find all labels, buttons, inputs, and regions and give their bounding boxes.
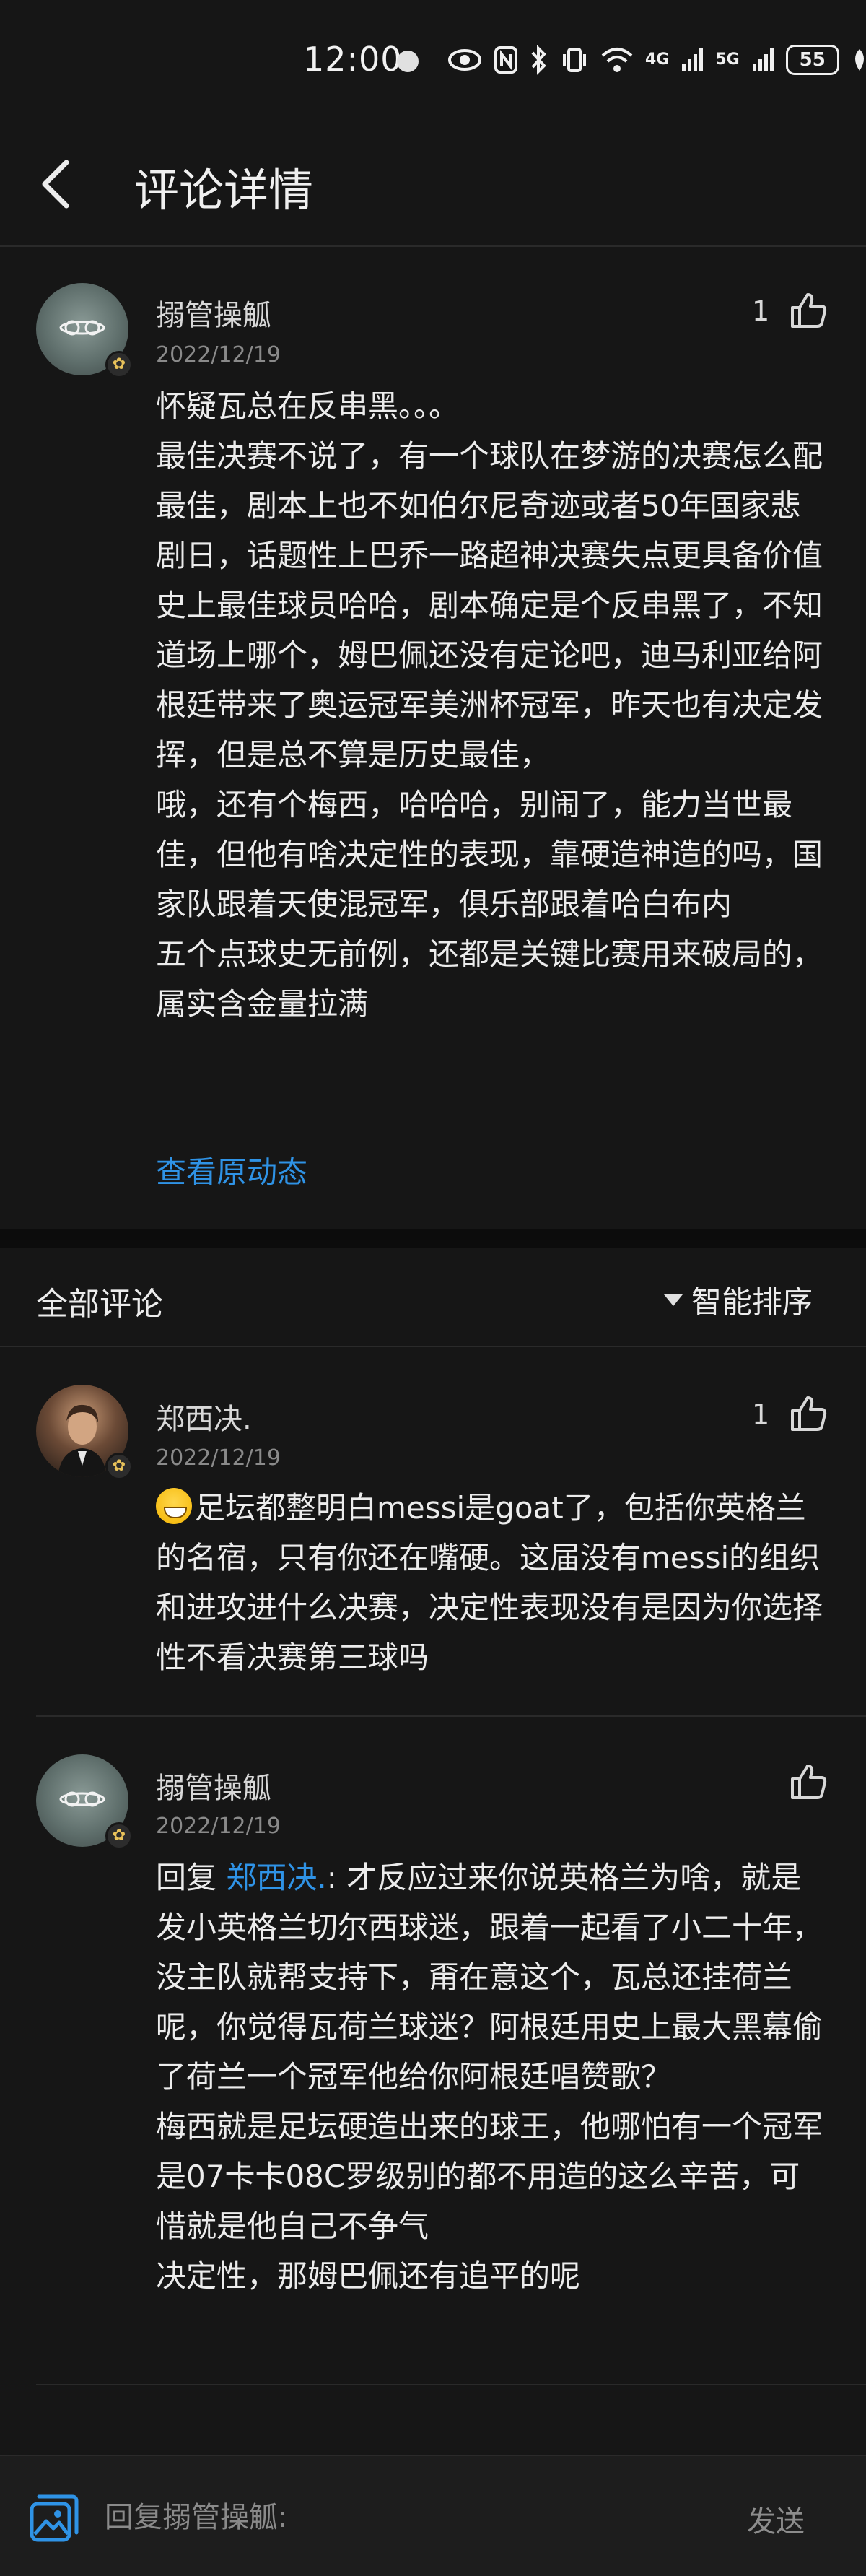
comment-divider: [36, 2384, 866, 2385]
signal-4g-label: 4G: [645, 51, 670, 69]
comment-date: 2022/12/19: [156, 1814, 281, 1839]
comment-text: 决定性，那姆巴佩还有追平的呢: [156, 2258, 581, 2294]
signal-4g-icon: [682, 48, 704, 71]
wifi-icon: [601, 48, 633, 72]
gear-badge-icon: ✿: [105, 351, 133, 378]
comment-text: 足坛都整明白messi是goat了，包括你英格兰的名宿，只有你还在嘴硬。这届没有…: [156, 1490, 823, 1675]
section-separator: [0, 1229, 866, 1248]
post-author[interactable]: 搦管操觚: [156, 292, 271, 334]
signal-5g-label: 5G: [715, 51, 740, 69]
reply-to-link[interactable]: 郑西决.: [226, 1860, 326, 1895]
view-original-link[interactable]: 查看原动态: [156, 1148, 307, 1192]
nfc-icon: [494, 46, 517, 74]
send-button[interactable]: 发送: [747, 2498, 805, 2540]
post-paragraph: 五个点球史无前例，还都是关键比赛用来破局的，属实含金量拉满: [156, 936, 823, 1022]
comment-date: 2022/12/19: [156, 1445, 281, 1471]
header-divider: [0, 245, 866, 247]
status-bar: 12:00 4G 5G 55: [0, 0, 866, 126]
notification-dot-icon: [397, 51, 419, 72]
leaf-icon: [854, 49, 864, 71]
eye-icon: [448, 49, 481, 71]
comment-author[interactable]: 郑西决.: [156, 1396, 252, 1437]
comment-divider: [36, 1715, 866, 1717]
sort-label: 智能排序: [691, 1284, 813, 1320]
thumbs-up-icon[interactable]: [788, 290, 828, 331]
comment-body: 回复 郑西决.: 才反应过来你说英格兰为啥，就是发小英格兰切尔西球迷，跟着一起看…: [156, 1853, 827, 2301]
thumbs-up-icon[interactable]: [788, 1762, 828, 1802]
caret-down-icon: [664, 1294, 683, 1306]
header: 评论详情: [0, 126, 866, 245]
gear-badge-icon: ✿: [105, 1822, 133, 1850]
thumbs-up-icon[interactable]: [788, 1393, 828, 1434]
post-like-count: 1: [752, 295, 770, 327]
page-title: 评论详情: [134, 164, 314, 217]
gear-badge-icon: ✿: [105, 1453, 133, 1480]
status-time: 12:00: [303, 40, 403, 79]
sort-dropdown[interactable]: 智能排序: [664, 1278, 813, 1322]
comment-author[interactable]: 搦管操觚: [156, 1765, 271, 1806]
post-paragraph: 哦，还有个梅西，哈哈哈，别闹了，能力当世最佳，但他有啥决定性的表现，靠硬造神造的…: [156, 787, 823, 922]
reply-input[interactable]: [105, 2488, 725, 2547]
reply-bar: 发送: [0, 2455, 866, 2576]
reply-prefix: 回复: [156, 1860, 227, 1895]
status-icons: 4G 5G 55: [447, 42, 866, 78]
comment-like-count: 1: [752, 1398, 770, 1430]
post-paragraph: 最佳决赛不说了，有一个球队在梦游的决赛怎么配最佳，剧本上也不如伯尔尼奇迹或者50…: [156, 438, 823, 573]
bluetooth-icon: [531, 45, 546, 75]
comment-text: 梅西就是足坛硬造出来的球王，他哪怕有一个冠军是07卡卡08C罗级别的都不用造的这…: [156, 2109, 823, 2244]
battery-icon: 55: [785, 45, 839, 75]
all-comments-title: 全部评论: [36, 1286, 163, 1323]
image-picker-icon[interactable]: [29, 2494, 79, 2544]
vibrate-icon: [563, 48, 586, 72]
signal-5g-icon: [752, 48, 774, 71]
comment-body: 足坛都整明白messi是goat了，包括你英格兰的名宿，只有你还在嘴硬。这届没有…: [156, 1483, 827, 1682]
grinning-sweat-emoji-icon: [156, 1488, 192, 1524]
back-arrow-icon[interactable]: [29, 148, 87, 220]
post-body: 怀疑瓦总在反串黑。。。 最佳决赛不说了，有一个球队在梦游的决赛怎么配最佳，剧本上…: [156, 381, 827, 1029]
post-paragraph: 史上最佳球员哈哈，剧本确定是个反串黑了，不知道场上哪个，姆巴佩还没有定论吧，迪马…: [156, 588, 823, 773]
post-date: 2022/12/19: [156, 342, 281, 367]
post-paragraph: 怀疑瓦总在反串黑。。。: [156, 388, 460, 424]
comments-header-divider: [0, 1346, 866, 1347]
